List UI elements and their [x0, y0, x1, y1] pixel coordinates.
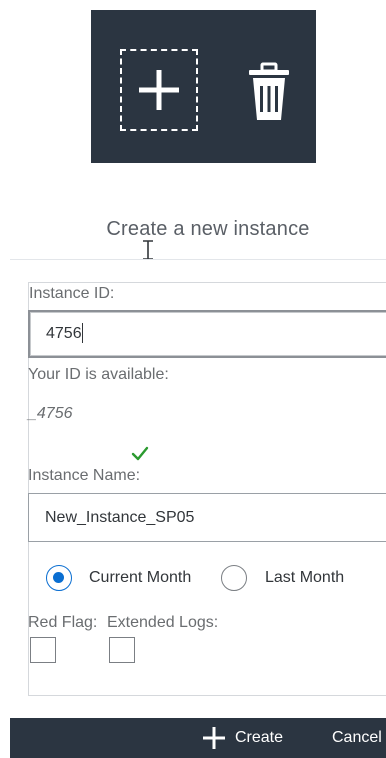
extended-logs-checkbox[interactable] — [109, 637, 135, 663]
availability-message: Your ID is available: — [28, 366, 169, 383]
extended-logs-label: Extended Logs: — [107, 614, 219, 631]
red-flag-label: Red Flag: — [28, 614, 98, 631]
input-caret — [82, 323, 83, 343]
instance-name-input[interactable] — [28, 493, 386, 542]
check-icon — [131, 446, 149, 461]
red-flag-checkbox[interactable] — [30, 637, 56, 663]
dialog-footer: Create Cancel — [10, 718, 386, 758]
radio-selected-dot — [53, 572, 64, 583]
last-month-label[interactable]: Last Month — [265, 569, 344, 587]
instance-toolbar — [91, 10, 316, 163]
plus-icon — [203, 727, 225, 749]
title-divider — [10, 259, 386, 260]
create-instance-page: Create a new instance Instance ID: Your … — [0, 0, 386, 758]
last-month-radio[interactable] — [221, 565, 247, 591]
preview-instance-id: _4756 — [28, 405, 73, 422]
cancel-button[interactable]: Cancel — [332, 718, 382, 758]
text-cursor-icon — [143, 240, 153, 260]
instance-name-label: Instance Name: — [28, 467, 141, 484]
delete-instance-button[interactable] — [245, 60, 293, 124]
create-button-label: Create — [235, 729, 284, 746]
plus-icon — [139, 70, 179, 110]
create-button[interactable]: Create — [202, 718, 283, 758]
current-month-label[interactable]: Current Month — [89, 569, 191, 587]
trash-icon — [249, 62, 289, 120]
current-month-radio[interactable] — [46, 565, 72, 591]
dialog-title: Create a new instance — [106, 218, 310, 240]
instance-id-label: Instance ID: — [29, 285, 115, 302]
add-instance-button[interactable] — [120, 49, 198, 131]
